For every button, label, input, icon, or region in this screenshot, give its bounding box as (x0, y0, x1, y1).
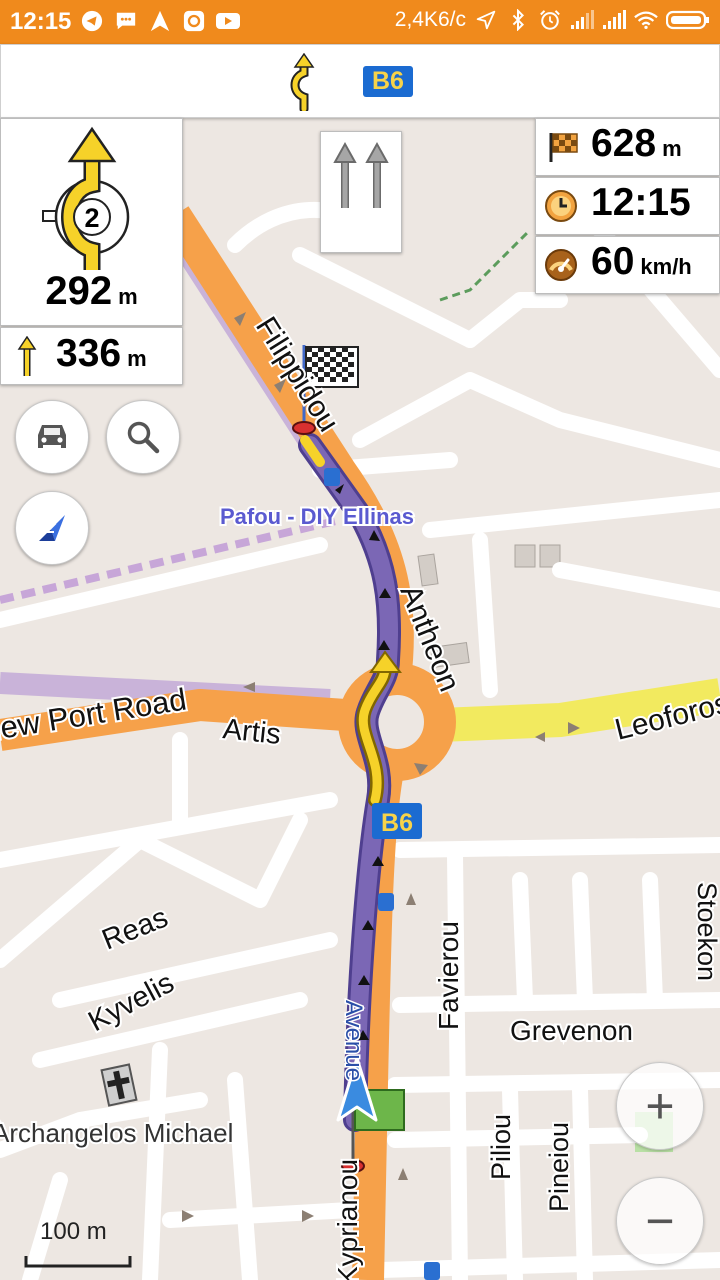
compass-icon (39, 515, 65, 541)
street-label-avenue: Avenue (340, 1000, 367, 1081)
street-badge: B6 (363, 66, 413, 97)
distance-to-destination-widget[interactable]: 628 m (535, 118, 720, 176)
road-shield-label: B6 (381, 809, 413, 837)
telegram-icon (80, 9, 104, 33)
search-icon (127, 421, 160, 454)
status-time: 12:15 (10, 8, 72, 35)
checkered-flag-icon (549, 133, 578, 162)
zoom-in-button[interactable]: + (616, 1062, 704, 1150)
roundabout-exit-icon (290, 53, 315, 111)
next-turn-distance: 336 m (56, 332, 147, 375)
signal-icon (570, 8, 594, 32)
plus-icon: + (645, 1078, 675, 1134)
compass-button[interactable] (15, 491, 89, 565)
status-bar: 12:15 2,4K6/c (0, 0, 720, 44)
search-button[interactable] (106, 400, 180, 474)
church-icon (100, 1063, 138, 1107)
lanes-panel (320, 131, 402, 253)
navigation-icon (148, 9, 172, 33)
battery-icon (666, 8, 710, 32)
street-label-favierou: Favierou (433, 921, 464, 1030)
lane-straight-icon (333, 141, 389, 208)
street-label-artis: Artis (221, 713, 282, 751)
signal-icon (602, 8, 626, 32)
notification-icons (80, 9, 240, 33)
distance-to-destination: 628 m (591, 122, 682, 165)
street-label-piliou: Piliou (486, 1114, 516, 1180)
roundabout-turn-icon: 2 (42, 126, 130, 270)
straight-arrow-icon (17, 336, 37, 376)
next-turn-panel[interactable]: 336 m (0, 327, 183, 385)
poi-label-church: Archangelos Michael (0, 1118, 233, 1148)
next-street-bar[interactable]: B6 (0, 44, 720, 118)
arrival-time-widget[interactable]: 12:15 (535, 177, 720, 235)
clock-icon (545, 190, 577, 222)
instagram-icon (182, 9, 206, 33)
bluetooth-icon (506, 8, 530, 32)
message-icon (114, 9, 138, 33)
wifi-icon (634, 8, 658, 32)
turn-distance: 292 m (45, 269, 138, 313)
scale-label: 100 m (40, 1218, 107, 1245)
speedometer-icon (545, 249, 577, 281)
alarm-icon (538, 8, 562, 32)
arrival-time: 12:15 (591, 181, 691, 224)
poi-label: Pafou - DIY Ellinas (220, 504, 414, 529)
profile-button[interactable] (15, 400, 89, 474)
location-icon (474, 8, 498, 32)
speed-widget[interactable]: 60 km/h (535, 236, 720, 294)
street-label-pineiou: Pineiou (544, 1122, 574, 1212)
status-right: 2,4K6/c (395, 8, 710, 32)
current-speed: 60 km/h (591, 240, 692, 283)
street-label-kyprianou: Kyprianou (332, 1159, 363, 1280)
zoom-out-button[interactable]: − (616, 1177, 704, 1265)
network-speed: 2,4K6/c (394, 8, 466, 31)
youtube-icon (216, 9, 240, 33)
exit-number: 2 (84, 203, 99, 233)
minus-icon: − (645, 1193, 675, 1249)
street-label-grevenon: Grevenon (510, 1015, 633, 1046)
car-icon (38, 425, 66, 448)
street-label-stoekon: Stoekon (692, 882, 720, 981)
turn-panel[interactable]: 2 292 m (0, 118, 183, 326)
